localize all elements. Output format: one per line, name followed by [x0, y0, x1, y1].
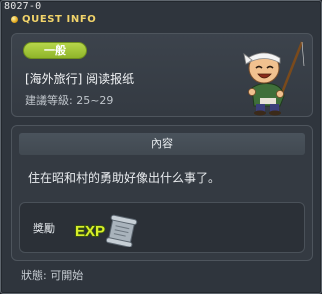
recommended-level: 建議等級: 25~29: [25, 94, 114, 107]
exp-text: EXP: [75, 223, 105, 240]
title-bar: QUEST INFO: [11, 12, 96, 26]
quest-content-panel: 內容 住在昭和村的勇助好像出什么事了。 獎勵 EXP: [11, 125, 313, 261]
quest-name: [海外旅行] 阅读报纸: [25, 72, 135, 86]
content-header: 內容: [19, 133, 305, 155]
category-badge: 一般: [23, 42, 87, 59]
reward-box: 獎勵 EXP: [19, 202, 305, 253]
quest-status: 狀態: 可開始: [21, 269, 84, 282]
exp-reward-icon[interactable]: EXP: [73, 213, 139, 247]
quest-header-panel: 一般 [海外旅行] 阅读报纸 建議等級: 25~29: [11, 33, 313, 117]
reward-label: 獎勵: [33, 222, 55, 235]
npc-fisherman-portrait: [243, 41, 305, 116]
quest-title-icon: [11, 15, 18, 23]
quest-info-window: 8027-0 QUEST INFO 一般 [海外旅行] 阅读报纸 建議等級: 2…: [0, 0, 322, 294]
quest-id-label: 8027-0: [4, 1, 42, 12]
quest-description: 住在昭和村的勇助好像出什么事了。: [28, 171, 221, 185]
window-title: QUEST INFO: [22, 13, 97, 25]
